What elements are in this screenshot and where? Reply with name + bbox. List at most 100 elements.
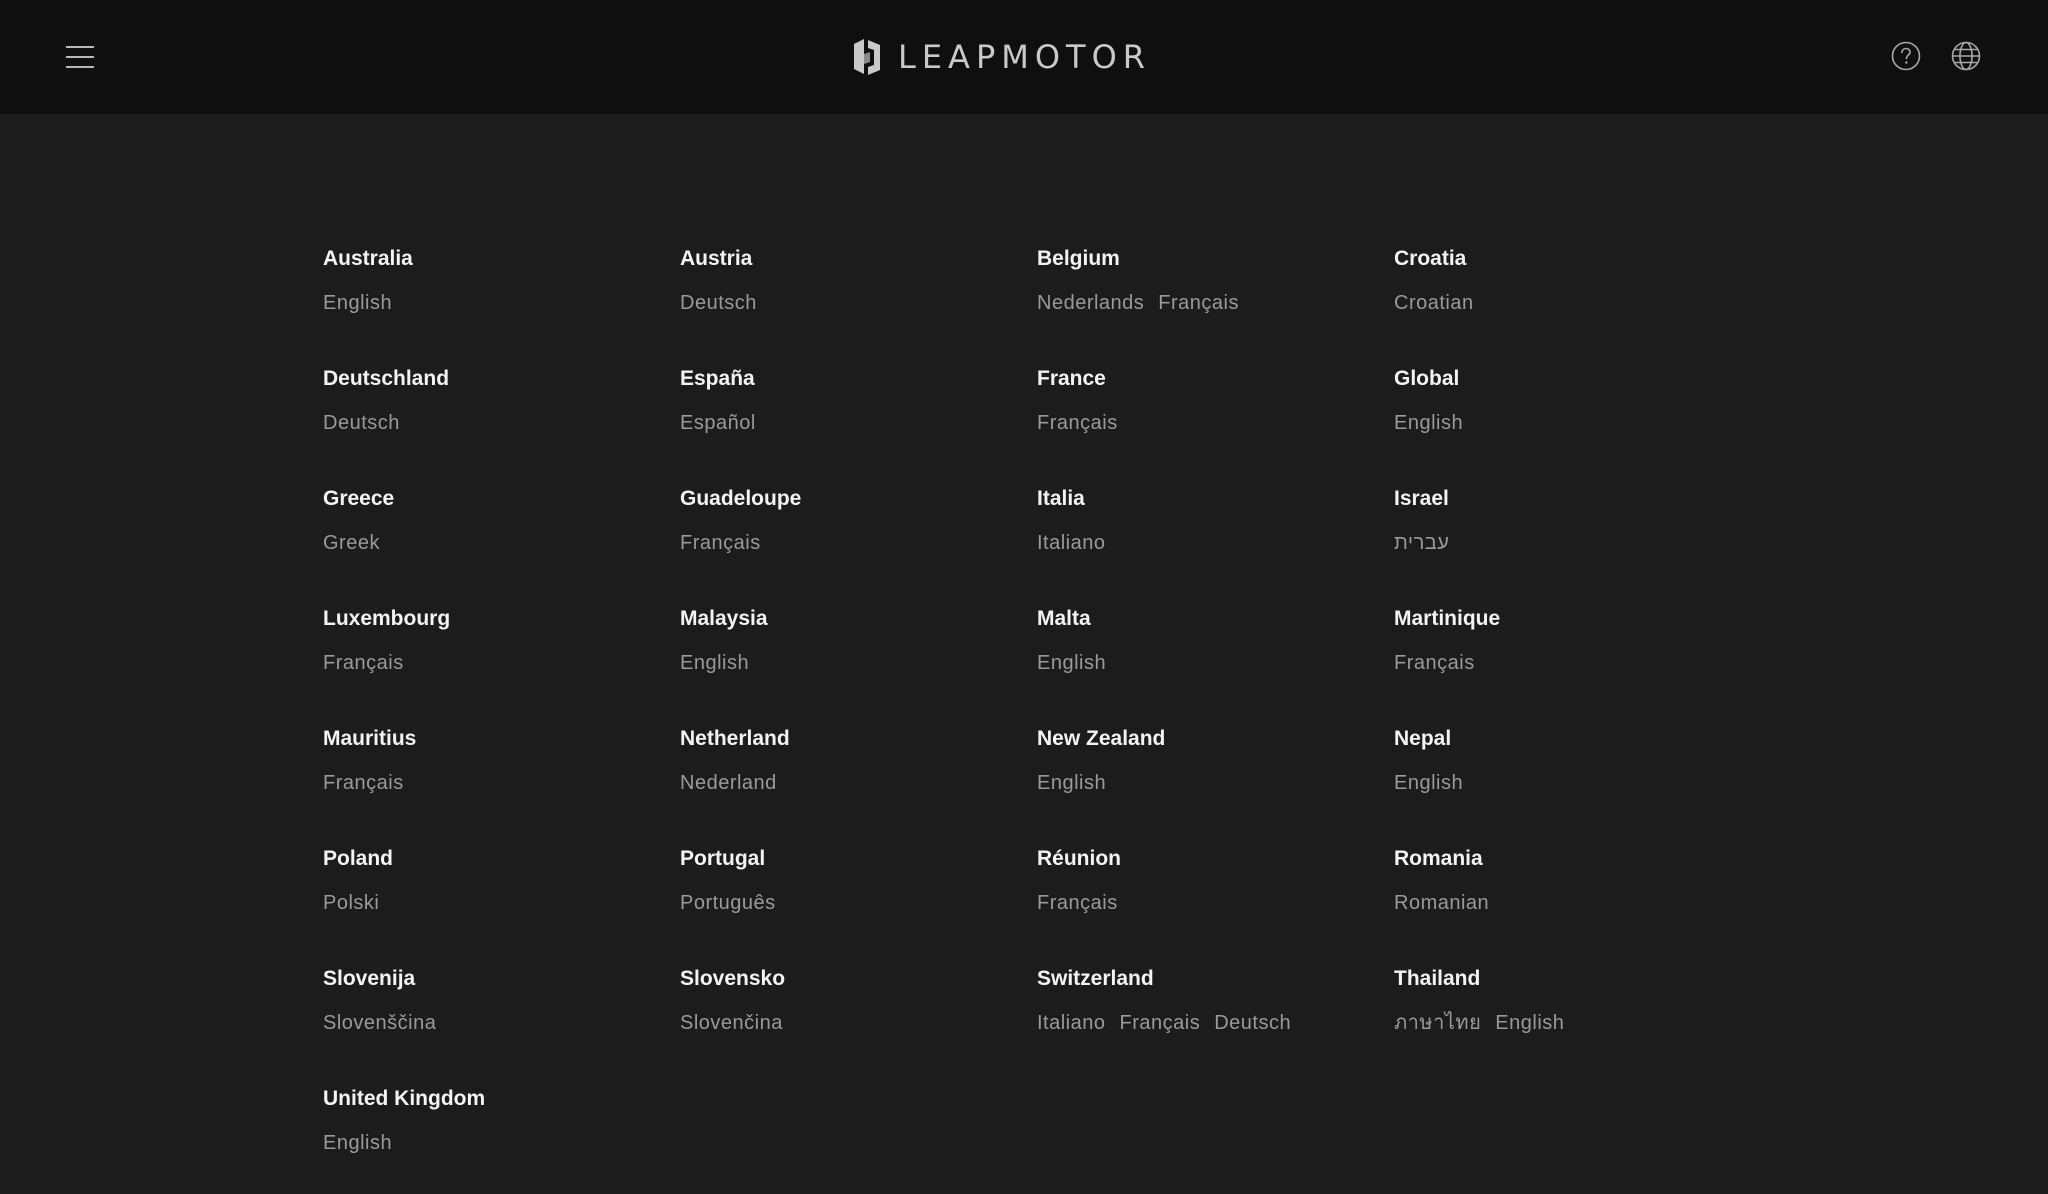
language-link[interactable]: Français (323, 768, 404, 798)
region-item: New Zealand English (1037, 714, 1394, 834)
language-link[interactable]: English (680, 648, 749, 678)
language-link[interactable]: Français (680, 528, 761, 558)
country-name: España (680, 367, 755, 390)
region-item: Luxembourg Français (323, 594, 680, 714)
country-name: Greece (323, 487, 395, 510)
country-name: Croatia (1394, 247, 1467, 270)
language-link[interactable]: Français (1120, 1008, 1201, 1038)
question-circle-icon[interactable] (1890, 40, 1922, 72)
language-link[interactable]: Français (1158, 288, 1239, 318)
brand-name: LEAPMOTOR (898, 38, 1151, 76)
region-item: Malta English (1037, 594, 1394, 714)
region-language-grid: Australia English Austria Deutsch Belgium Ned… (323, 234, 1743, 1194)
language-list: Slovenščina (323, 1008, 680, 1038)
language-link[interactable]: English (1495, 1008, 1564, 1038)
country-name: Luxembourg (323, 607, 451, 630)
language-list: English (323, 288, 680, 318)
language-link[interactable]: English (1394, 768, 1463, 798)
country-name: United Kingdom (323, 1087, 486, 1110)
language-link[interactable]: ภาษาไทย (1394, 1008, 1481, 1038)
language-list: English (680, 648, 1037, 678)
language-link[interactable]: Nederlands (1037, 288, 1144, 318)
region-item: Israel עברית (1394, 474, 1743, 594)
region-item: France Français (1037, 354, 1394, 474)
country-name: Martinique (1394, 607, 1501, 630)
region-item: Poland Polski (323, 834, 680, 954)
language-link[interactable]: Nederland (680, 768, 777, 798)
language-link[interactable]: English (1037, 648, 1106, 678)
region-item: Romania Romanian (1394, 834, 1743, 954)
language-link[interactable]: Français (1037, 408, 1118, 438)
language-link[interactable]: English (323, 288, 392, 318)
language-link[interactable]: Deutsch (1214, 1008, 1291, 1038)
region-item: Austria Deutsch (680, 234, 1037, 354)
country-name: Nepal (1394, 727, 1452, 750)
language-link[interactable]: Italiano (1037, 1008, 1106, 1038)
region-item: Switzerland Italiano Français Deutsch (1037, 954, 1394, 1074)
language-link[interactable]: Slovenčina (680, 1008, 783, 1038)
language-list: עברית (1394, 528, 1743, 558)
country-name: Switzerland (1037, 967, 1154, 990)
region-item: Slovenija Slovenščina (323, 954, 680, 1074)
language-link[interactable]: Français (1037, 888, 1118, 918)
language-list: English (1394, 408, 1743, 438)
region-item: Portugal Português (680, 834, 1037, 954)
region-item: United Kingdom English (323, 1074, 680, 1194)
language-list: Português (680, 888, 1037, 918)
language-link[interactable]: Romanian (1394, 888, 1489, 918)
country-name: Guadeloupe (680, 487, 802, 510)
region-item: Slovensko Slovenčina (680, 954, 1037, 1074)
region-item: Belgium Nederlands Français (1037, 234, 1394, 354)
language-list: Slovenčina (680, 1008, 1037, 1038)
language-link[interactable]: English (1394, 408, 1463, 438)
region-item: Thailand ภาษาไทย English (1394, 954, 1743, 1074)
language-link[interactable]: Français (323, 648, 404, 678)
country-name: Poland (323, 847, 394, 870)
country-name: Thailand (1394, 967, 1481, 990)
language-link[interactable]: Deutsch (680, 288, 757, 318)
country-name: Netherland (680, 727, 790, 750)
language-list: English (1394, 768, 1743, 798)
globe-icon[interactable] (1950, 40, 1982, 72)
language-link[interactable]: English (1037, 768, 1106, 798)
leapmotor-logo[interactable]: LEAPMOTOR (848, 36, 1151, 78)
language-list: Greek (323, 528, 680, 558)
language-list: English (323, 1128, 680, 1158)
language-list: Français (323, 768, 680, 798)
language-link[interactable]: Português (680, 888, 776, 918)
country-name: Deutschland (323, 367, 450, 390)
language-link[interactable]: English (323, 1128, 392, 1158)
region-item: Martinique Français (1394, 594, 1743, 714)
language-link[interactable]: Croatian (1394, 288, 1474, 318)
language-list: English (1037, 768, 1394, 798)
country-name: Réunion (1037, 847, 1121, 870)
region-item: Deutschland Deutsch (323, 354, 680, 474)
language-list: Français (1394, 648, 1743, 678)
country-name: Israel (1394, 487, 1449, 510)
language-list: Français (680, 528, 1037, 558)
language-link[interactable]: Español (680, 408, 756, 438)
language-list: Español (680, 408, 1037, 438)
language-link[interactable]: Polski (323, 888, 379, 918)
language-link[interactable]: Italiano (1037, 528, 1106, 558)
region-item: Croatia Croatian (1394, 234, 1743, 354)
language-list: Deutsch (323, 408, 680, 438)
country-name: Global (1394, 367, 1460, 390)
language-list: Nederlands Français (1037, 288, 1394, 318)
country-name: Belgium (1037, 247, 1120, 270)
language-link[interactable]: Greek (323, 528, 380, 558)
language-list: English (1037, 648, 1394, 678)
hamburger-menu-icon[interactable] (66, 46, 94, 68)
language-link[interactable]: עברית (1394, 528, 1449, 558)
country-name: Romania (1394, 847, 1483, 870)
language-list: Français (1037, 888, 1394, 918)
language-link[interactable]: Français (1394, 648, 1475, 678)
language-list: Français (1037, 408, 1394, 438)
language-link[interactable]: Deutsch (323, 408, 400, 438)
language-list: Nederland (680, 768, 1037, 798)
region-item: Netherland Nederland (680, 714, 1037, 834)
language-list: Deutsch (680, 288, 1037, 318)
language-list: Italiano Français Deutsch (1037, 1008, 1394, 1038)
top-navigation-bar: LEAPMOTOR (0, 0, 2048, 114)
language-link[interactable]: Slovenščina (323, 1008, 436, 1038)
